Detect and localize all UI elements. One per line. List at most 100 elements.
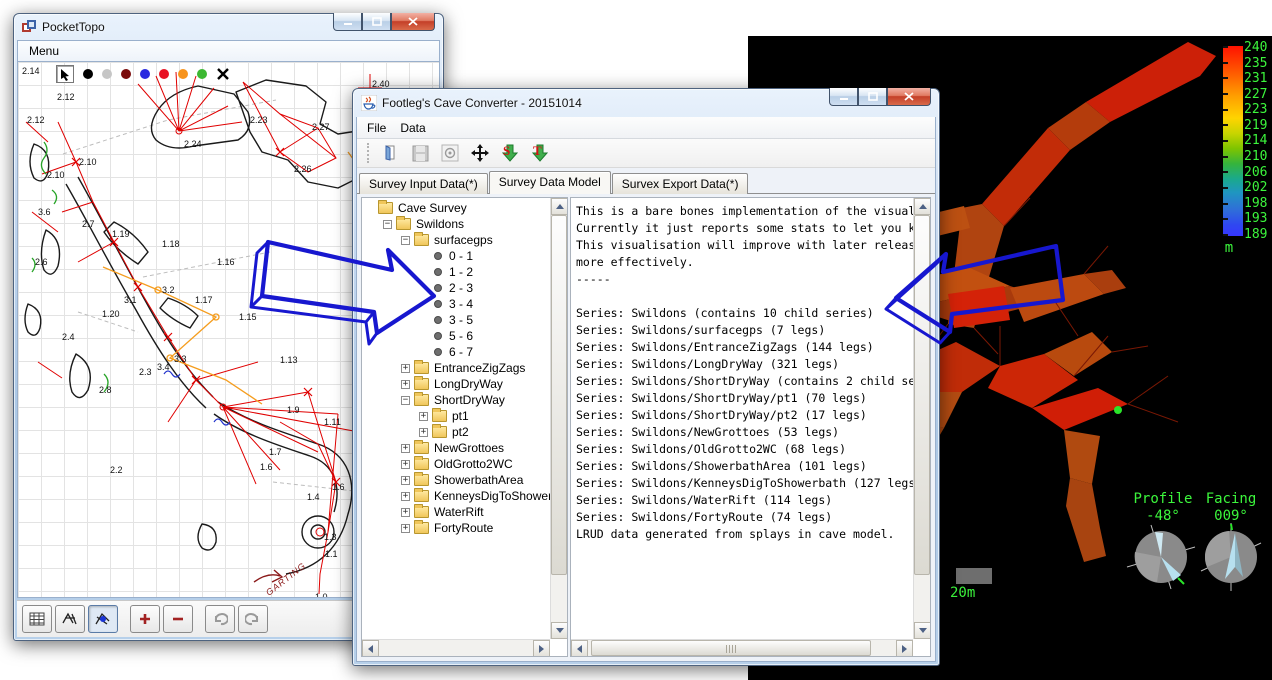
- menu-item-file[interactable]: File: [360, 119, 393, 137]
- pockettopo-app-icon: [22, 20, 37, 34]
- side-view-button[interactable]: [88, 605, 118, 633]
- tree-item-oldgrotto2wc[interactable]: +OldGrotto2WC: [365, 456, 550, 472]
- eraser-x-icon[interactable]: [216, 67, 230, 81]
- tree-horizontal-scrollbar[interactable]: [362, 639, 550, 656]
- tree-expander-plus[interactable]: +: [401, 492, 410, 501]
- console-line: Series: Swildons/OldGrotto2WC (68 legs): [576, 441, 913, 458]
- minimize-button[interactable]: [829, 88, 858, 106]
- tab-survey-data-model[interactable]: Survey Data Model: [489, 171, 611, 194]
- tree-expander-plus[interactable]: +: [401, 524, 410, 533]
- tree-item-waterrift[interactable]: +WaterRift: [365, 504, 550, 520]
- tree-item-label: surfacegps: [434, 233, 493, 247]
- zoom-in-button[interactable]: [130, 605, 160, 633]
- tab-survex-export-data[interactable]: Survex Export Data(*): [612, 173, 749, 194]
- tree-item-label: EntranceZigZags: [434, 361, 525, 375]
- tree-item-3-5[interactable]: 3 - 5: [365, 312, 550, 328]
- pockettopo-menubar: Menu: [17, 40, 440, 61]
- open-file-button[interactable]: [378, 141, 402, 165]
- tree-item-shortdryway[interactable]: −ShortDryWay: [365, 392, 550, 408]
- tree-expander-plus[interactable]: +: [401, 444, 410, 453]
- tree-expander-minus[interactable]: −: [401, 236, 410, 245]
- tree-item-kenneysdigtoshowerbath[interactable]: +KenneysDigToShowerbath: [365, 488, 550, 504]
- menu-item-data[interactable]: Data: [393, 119, 432, 137]
- tree-item-swildons[interactable]: − Swildons: [365, 216, 550, 232]
- tree-expander-plus[interactable]: +: [401, 364, 410, 373]
- tree-item-longdryway[interactable]: +LongDryWay: [365, 376, 550, 392]
- folder-icon: [414, 474, 429, 486]
- tab-survey-input-data[interactable]: Survey Input Data(*): [359, 173, 488, 194]
- scrollbar-thumb[interactable]: [914, 215, 930, 575]
- tree-item-fortyroute[interactable]: +FortyRoute: [365, 520, 550, 536]
- maximize-button[interactable]: [858, 88, 887, 106]
- palette-color-dot[interactable]: [121, 69, 131, 79]
- palette-color-dot[interactable]: [102, 69, 112, 79]
- maximize-button[interactable]: [362, 13, 391, 31]
- scroll-down-button[interactable]: [551, 622, 568, 639]
- redo-button[interactable]: [238, 605, 268, 633]
- tree-expander-plus[interactable]: +: [401, 508, 410, 517]
- zoom-out-button[interactable]: [163, 605, 193, 633]
- converter-toolbar: S T: [357, 139, 935, 168]
- tree-item-pt2[interactable]: +pt2: [365, 424, 550, 440]
- tree-item-label: Swildons: [416, 217, 464, 231]
- tree-expander-plus[interactable]: +: [401, 476, 410, 485]
- console-line: Series: Swildons/NewGrottoes (53 legs): [576, 424, 913, 441]
- folder-icon: [414, 522, 429, 534]
- scalebar-label: 20m: [950, 585, 975, 601]
- tree-expander-plus[interactable]: +: [401, 380, 410, 389]
- scrollbar-thumb[interactable]: [591, 640, 871, 656]
- tree-item-showerbatharea[interactable]: +ShowerbathArea: [365, 472, 550, 488]
- scroll-right-button[interactable]: [533, 640, 550, 657]
- cursor-tool-button[interactable]: [56, 65, 74, 83]
- tree-expander-minus[interactable]: −: [383, 220, 392, 229]
- minimize-button[interactable]: [333, 13, 362, 31]
- tree-item-0-1[interactable]: 0 - 1: [365, 248, 550, 264]
- data-table-button[interactable]: [22, 605, 52, 633]
- tree-expander-plus[interactable]: +: [419, 428, 428, 437]
- tree-item-2-3[interactable]: 2 - 3: [365, 280, 550, 296]
- scrollbar-thumb[interactable]: [551, 215, 567, 575]
- scroll-up-button[interactable]: [551, 198, 568, 215]
- undo-button[interactable]: [205, 605, 235, 633]
- tree-expander-plus[interactable]: +: [401, 460, 410, 469]
- export-button[interactable]: [438, 141, 462, 165]
- tree-item-surfacegps[interactable]: − surfacegps: [365, 232, 550, 248]
- pockettopo-titlebar[interactable]: PocketTopo: [14, 14, 443, 40]
- tree-expander-plus[interactable]: +: [419, 412, 428, 421]
- palette-color-dot[interactable]: [159, 69, 169, 79]
- scroll-left-button[interactable]: [571, 640, 588, 657]
- scroll-up-button[interactable]: [914, 198, 931, 215]
- palette-color-dot[interactable]: [178, 69, 188, 79]
- tree-vertical-scrollbar[interactable]: [550, 198, 567, 639]
- palette-color-dot[interactable]: [140, 69, 150, 79]
- tree-expander-minus[interactable]: −: [401, 396, 410, 405]
- plan-view-button[interactable]: [55, 605, 85, 633]
- scroll-down-button[interactable]: [914, 622, 931, 639]
- tree-item-3-4[interactable]: 3 - 4: [365, 296, 550, 312]
- palette-color-dot[interactable]: [197, 69, 207, 79]
- move-tool-button[interactable]: [468, 141, 492, 165]
- import-survex-button[interactable]: S: [498, 141, 522, 165]
- depth-scale-value: 214: [1244, 133, 1270, 148]
- close-button[interactable]: [887, 88, 931, 106]
- tree-item-1-2[interactable]: 1 - 2: [365, 264, 550, 280]
- text-horizontal-scrollbar[interactable]: [571, 639, 913, 656]
- scroll-left-button[interactable]: [362, 640, 379, 657]
- tree-item-pt1[interactable]: +pt1: [365, 408, 550, 424]
- console-text[interactable]: This is a bare bones implementation of t…: [571, 198, 913, 543]
- converter-titlebar[interactable]: Footleg's Cave Converter - 20151014: [353, 89, 939, 117]
- menu-item-menu[interactable]: Menu: [22, 42, 66, 60]
- report-text-panel: This is a bare bones implementation of t…: [570, 197, 931, 657]
- text-vertical-scrollbar[interactable]: [913, 198, 930, 639]
- selected-station-marker: [1114, 406, 1122, 414]
- import-topo-button[interactable]: T: [528, 141, 552, 165]
- palette-color-dot[interactable]: [83, 69, 93, 79]
- close-button[interactable]: [391, 13, 435, 31]
- tree-item-entrancezigzags[interactable]: + EntranceZigZags: [365, 360, 550, 376]
- tree-item-cave-survey[interactable]: Cave Survey: [365, 200, 550, 216]
- tree-item-6-7[interactable]: 6 - 7: [365, 344, 550, 360]
- scroll-right-button[interactable]: [896, 640, 913, 657]
- save-file-button[interactable]: [408, 141, 432, 165]
- tree-item-5-6[interactable]: 5 - 6: [365, 328, 550, 344]
- tree-item-newgrottoes[interactable]: +NewGrottoes: [365, 440, 550, 456]
